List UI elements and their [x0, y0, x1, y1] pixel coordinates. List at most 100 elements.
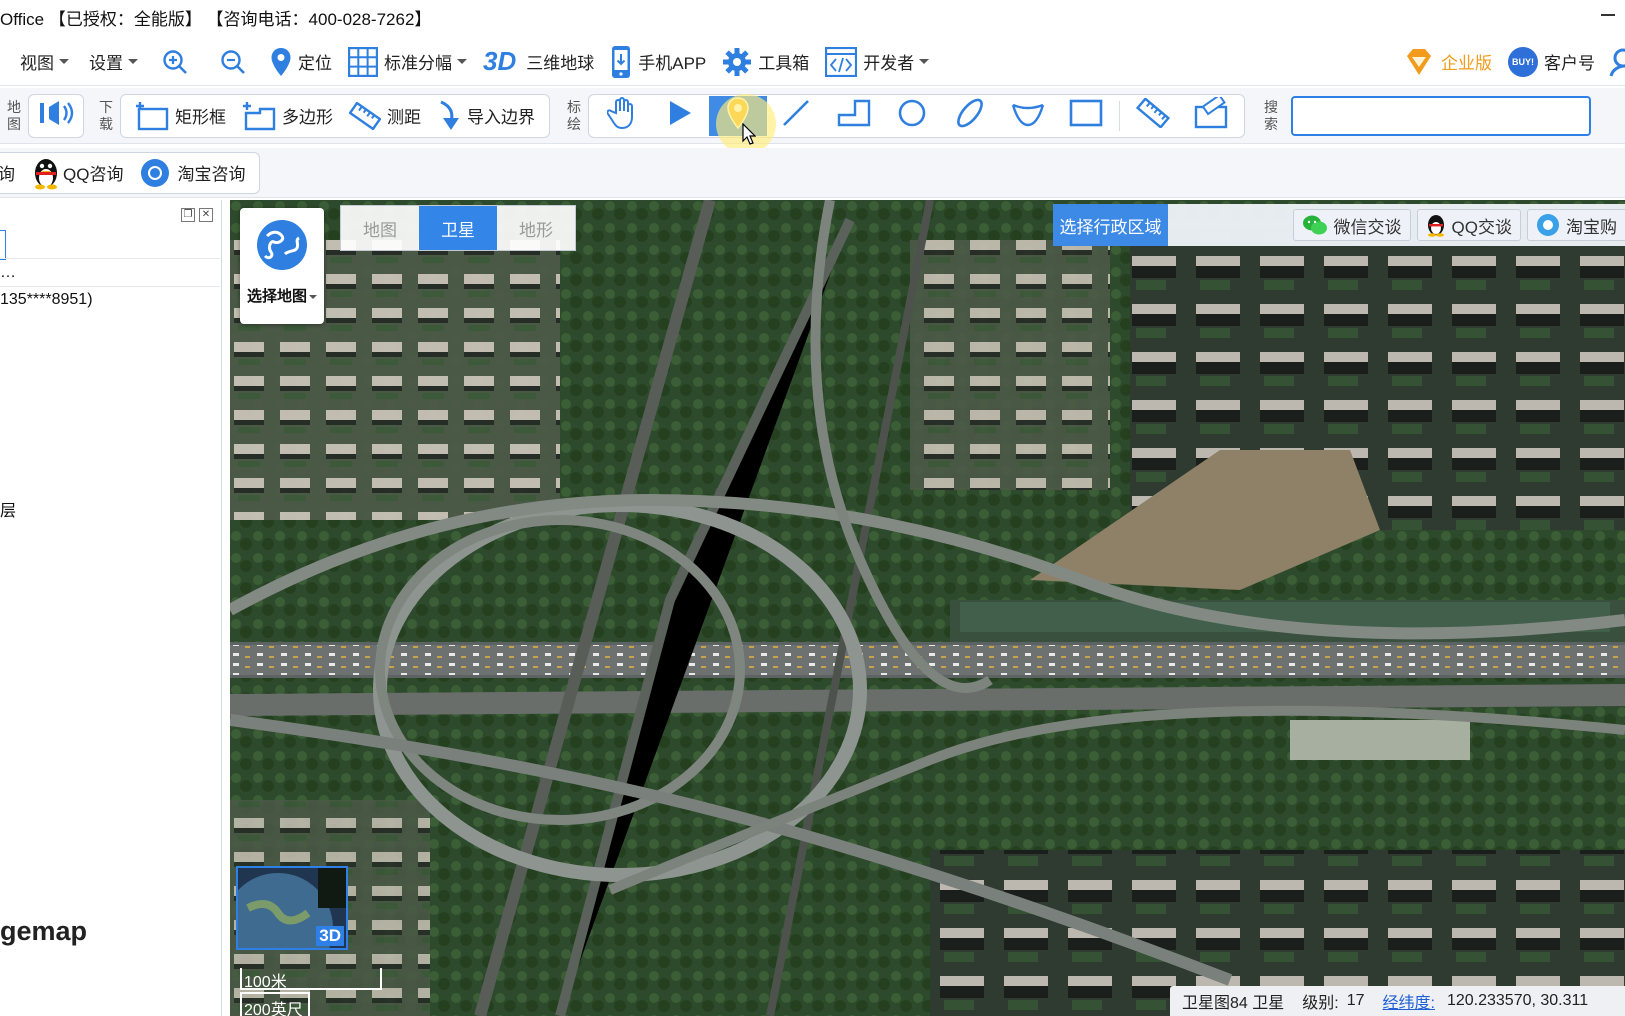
restore-icon[interactable]: ❐ [181, 208, 195, 222]
locate-label: 定位 [298, 54, 332, 73]
phone-icon [610, 45, 632, 79]
hand-icon [606, 97, 637, 134]
arrow-pointer-icon [667, 99, 693, 132]
polygon-select-icon [242, 101, 276, 131]
polygon-button[interactable]: 多边形 [234, 97, 341, 135]
wechat-chat-button[interactable]: 微信交谈 [1292, 209, 1411, 241]
ruler-icon [349, 101, 381, 130]
polyline-icon [837, 98, 871, 133]
chevron-down-icon [59, 59, 69, 64]
measure-length-tool[interactable] [1124, 96, 1182, 136]
map-source-status: 卫星图84 卫星 [1182, 995, 1285, 1012]
qq-chat-button[interactable]: QQ交谈 [1416, 209, 1521, 241]
coordinate-value: 120.233570, 30.311 [1446, 992, 1589, 1009]
status-bar: 卫星图84 卫星 级别: 17 经纬度: 120.233570, 30.311 [1170, 986, 1625, 1016]
enterprise-button[interactable]: 企业版 [1395, 42, 1500, 82]
map-view[interactable]: 选择地图 地图 卫星 地形 选择行政区域 微信交谈 QQ交谈 淘宝购 3D 10… [230, 200, 1625, 1016]
map-source-switch[interactable]: 选择地图 [240, 208, 324, 324]
view-menu-label: 视图 [20, 54, 54, 73]
polyline-tool[interactable] [825, 96, 883, 136]
select-region-button[interactable]: 选择行政区域 [1053, 204, 1168, 246]
wechat-chat-label: 微信交谈 [1333, 217, 1402, 237]
satellite-imagery [230, 200, 1625, 1016]
draw-toolbar: 地图 下载 矩形框 多边形 测距 导入边界 标绘 搜索 [0, 88, 1625, 144]
draw-group-label: 标绘 [567, 98, 581, 132]
gear-icon [722, 47, 752, 77]
code-icon [825, 46, 858, 77]
rect-frame-label: 矩形框 [175, 108, 226, 127]
taobao-buy-button[interactable]: 淘宝购 [1527, 209, 1625, 241]
taobao-buy-label: 淘宝购 [1566, 217, 1617, 237]
globe-3d-button[interactable]: 3D 三维地球 [475, 42, 602, 82]
qq-consult-button[interactable]: QQ咨询 [23, 154, 131, 192]
chevron-down-icon [919, 59, 930, 64]
qq-chat-label: QQ交谈 [1451, 217, 1512, 237]
search-input[interactable] [1291, 95, 1591, 136]
developer-menu[interactable]: 开发者 [817, 42, 937, 82]
mobile-app-button[interactable]: 手机APP [602, 42, 714, 82]
tab-satellite[interactable]: 卫星 [419, 206, 497, 250]
search-group-label: 搜索 [1264, 98, 1278, 132]
circle-tool[interactable] [883, 96, 941, 136]
measure-label: 测距 [387, 108, 421, 127]
ellipse-tool[interactable] [941, 96, 999, 136]
scale-metric-label: 100米 [244, 974, 287, 991]
panel-ellipsis: … [0, 264, 16, 281]
view-menu[interactable]: 视图 [0, 42, 77, 82]
rect-frame-button[interactable]: 矩形框 [127, 97, 234, 135]
standard-sheet-menu[interactable]: 标准分幅 [340, 42, 475, 82]
mouse-cursor-icon [742, 123, 756, 145]
measure-button[interactable]: 测距 [341, 97, 429, 135]
tab-terrain[interactable]: 地形 [497, 206, 575, 250]
minimize-button[interactable] [1601, 14, 1615, 16]
consult-partial-label: 询 [0, 165, 15, 184]
close-icon[interactable]: ✕ [199, 208, 213, 222]
zoom-out-button[interactable] [204, 42, 262, 82]
select-tool[interactable] [651, 96, 709, 136]
curve-tool[interactable] [999, 96, 1057, 136]
map-type-tabs: 地图 卫星 地形 [340, 205, 576, 251]
chat-bar: 微信交谈 QQ交谈 淘宝购 [1168, 204, 1625, 246]
mobile-app-label: 手机APP [638, 54, 707, 73]
map-group-label: 地图 [7, 98, 21, 132]
circle-icon [897, 98, 927, 133]
speaker-icon[interactable] [35, 97, 77, 134]
overview-minimap[interactable]: 3D [236, 866, 348, 950]
enterprise-label: 企业版 [1441, 54, 1492, 73]
download-group-label: 下载 [99, 98, 113, 132]
zoom-in-icon [163, 49, 187, 74]
user-icon[interactable] [1603, 42, 1625, 82]
panel-tab-input[interactable] [0, 230, 6, 260]
developer-label: 开发者 [863, 54, 915, 73]
account-phone: 135****8951) [0, 291, 93, 308]
settings-menu[interactable]: 设置 [77, 42, 146, 82]
line-icon [781, 98, 811, 133]
line-tool[interactable] [767, 96, 825, 136]
pan-tool[interactable] [593, 96, 651, 136]
area-measure-icon [1194, 93, 1228, 134]
scale-imperial-label: 200英尺 [244, 1002, 303, 1016]
customer-id-label: 客户号 [1544, 54, 1595, 73]
tab-map[interactable]: 地图 [341, 206, 419, 250]
brand-text: gemap [0, 916, 88, 946]
import-boundary-button[interactable]: 导入边界 [429, 97, 543, 135]
measure-area-tool[interactable] [1182, 93, 1240, 136]
taobao-consult-button[interactable]: 淘宝咨询 [131, 154, 253, 192]
map-pin-icon [270, 47, 292, 77]
toolbox-button[interactable]: 工具箱 [714, 42, 817, 82]
download-group: 矩形框 多边形 测距 导入边界 [120, 93, 550, 138]
minimap-3d-tag[interactable]: 3D [316, 926, 344, 946]
locate-button[interactable]: 定位 [262, 42, 340, 82]
window-title: Office 【已授权：全能版】 【咨询电话：400-028-7262】 [0, 9, 432, 29]
customer-id-button[interactable]: BUY! 客户号 [1500, 42, 1603, 82]
zoom-in-button[interactable] [146, 42, 204, 82]
consult-toolbar: 询 QQ咨询 淘宝咨询 [0, 148, 1625, 198]
layer-label[interactable]: 层 [0, 497, 16, 521]
qq-consult-label: QQ咨询 [63, 165, 124, 184]
taobao-consult-label: 淘宝咨询 [177, 165, 246, 184]
coordinate-label[interactable]: 经纬度: [1383, 989, 1435, 1013]
qq-penguin-icon [1426, 213, 1446, 237]
consult-partial-button[interactable]: 询 [0, 154, 23, 192]
rectangle-tool[interactable] [1057, 96, 1115, 136]
title-bar: Office 【已授权：全能版】 【咨询电话：400-028-7262】 [0, 0, 1625, 34]
